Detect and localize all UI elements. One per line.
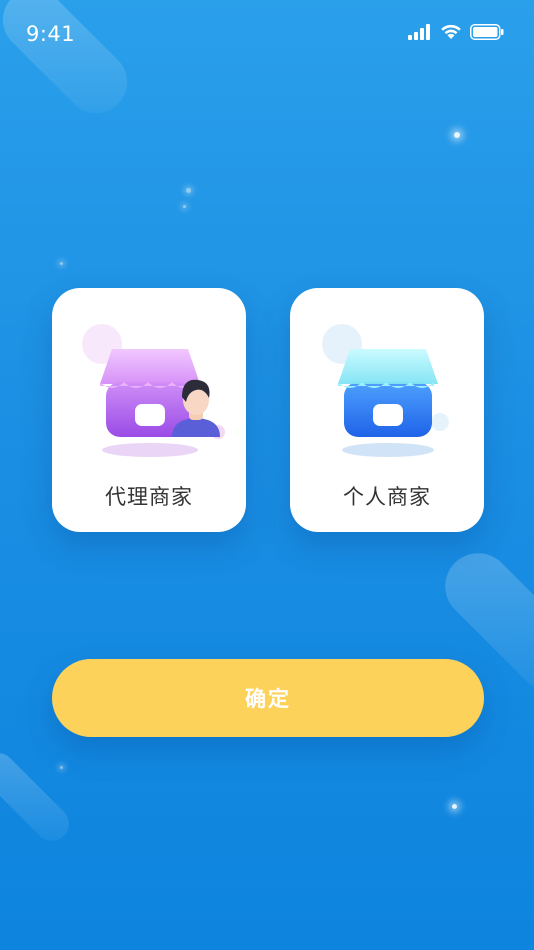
- confirm-button[interactable]: 确定: [52, 659, 484, 737]
- agent-store-icon: [72, 322, 232, 462]
- agent-merchant-card[interactable]: 代理商家: [52, 288, 246, 532]
- confirm-label: 确定: [245, 687, 291, 711]
- status-icons: [408, 24, 504, 44]
- agent-merchant-label: 代理商家: [105, 485, 193, 509]
- status-bar: 9:41: [0, 0, 534, 70]
- wifi-icon: [440, 24, 462, 44]
- personal-merchant-label: 个人商家: [343, 485, 431, 509]
- personal-merchant-card[interactable]: 个人商家: [290, 288, 484, 532]
- battery-icon: [470, 24, 504, 44]
- personal-store-icon: [310, 322, 470, 462]
- status-time: 9:41: [26, 22, 76, 46]
- signal-icon: [408, 24, 432, 44]
